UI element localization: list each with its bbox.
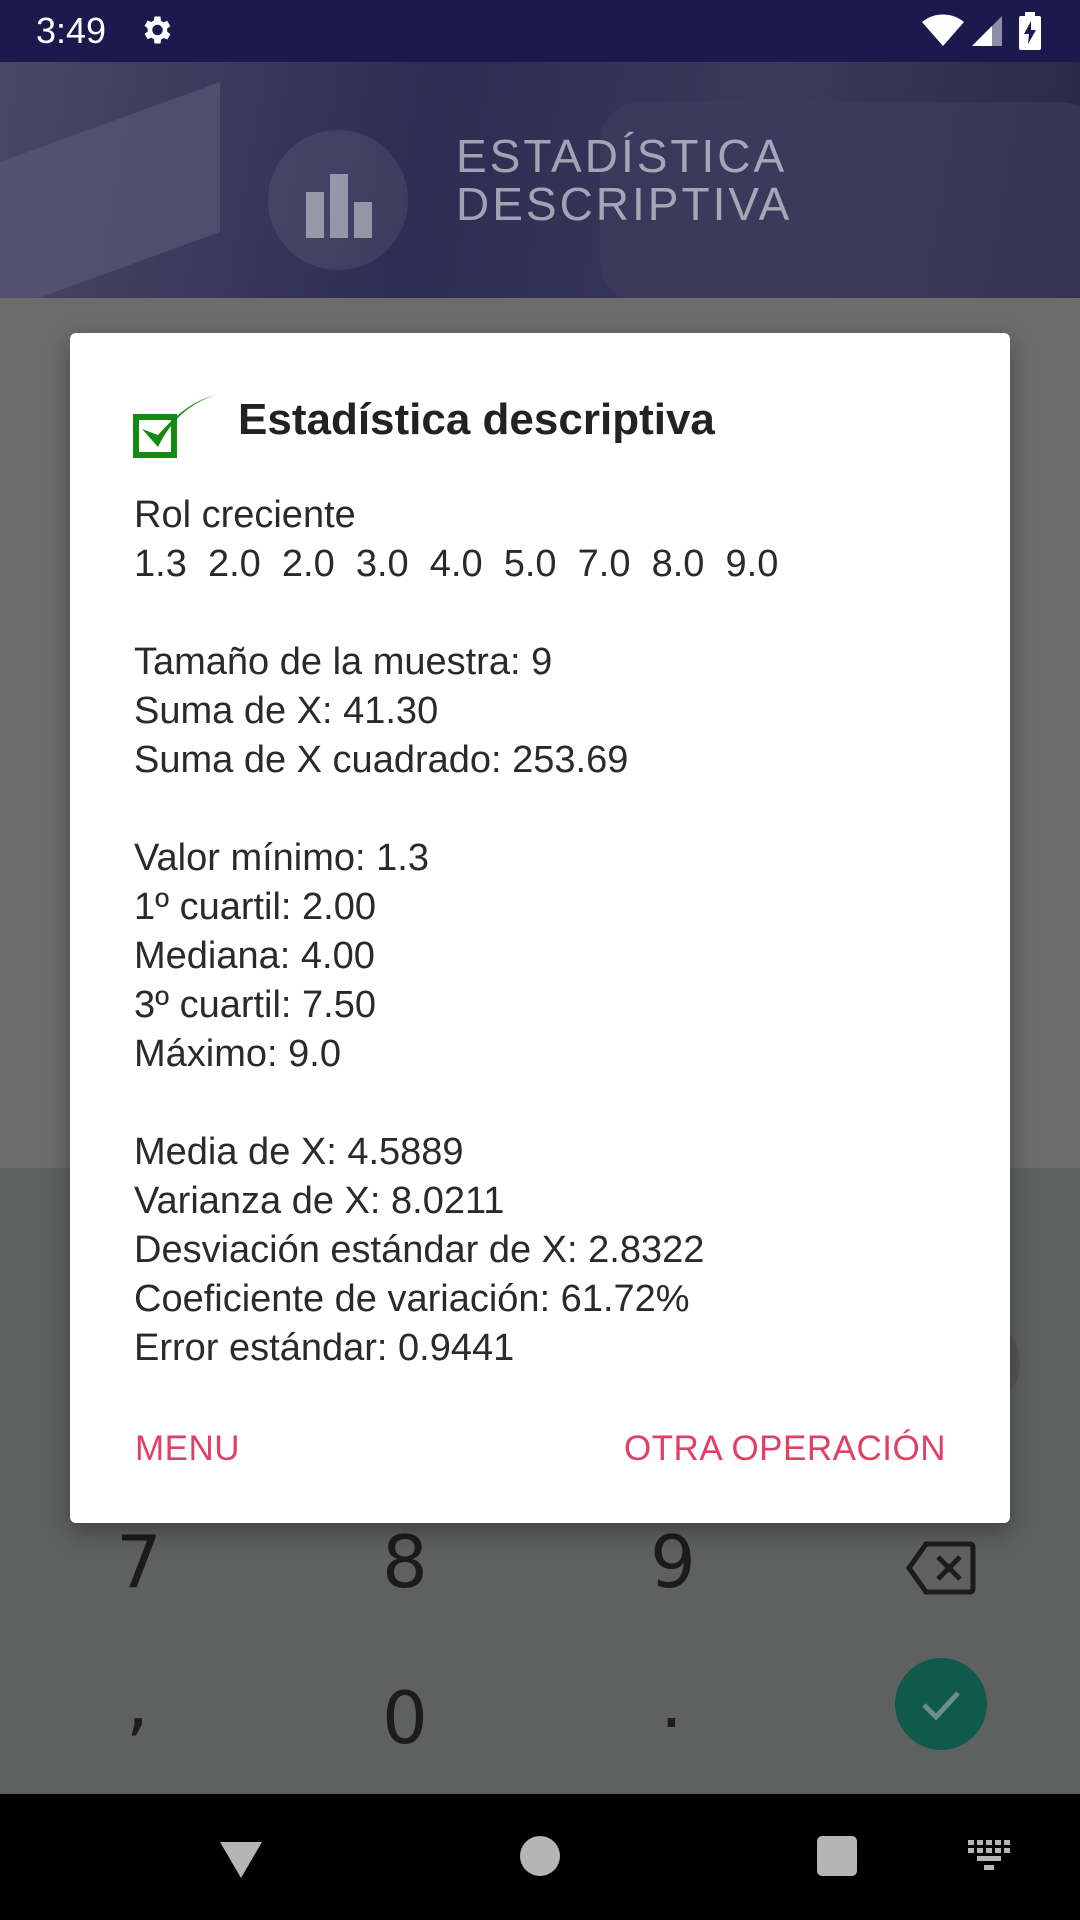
line-median: Mediana: 4.00 [134,935,375,977]
menu-button[interactable]: MENU [135,1429,240,1469]
signal-icon [970,14,1004,53]
line-q1: 1º cuartil: 2.00 [134,886,377,928]
key-8[interactable]: 8 [382,1520,428,1604]
status-bar: 3:49 [0,0,1080,62]
line-blank [134,1079,954,1128]
battery-charging-icon [1018,12,1042,55]
header-banner: ESTADÍSTICA DESCRIPTIVA [0,62,1080,298]
navigation-bar [0,1794,1080,1920]
dialog-title: Estadística descriptiva [238,395,715,444]
nav-recents-icon[interactable] [817,1836,857,1876]
nav-home-icon[interactable] [520,1836,560,1876]
key-decimal[interactable]: . [660,1660,683,1744]
line-max: Máximo: 9.0 [134,1033,341,1075]
line-mean: Media de X: 4.5889 [134,1131,464,1173]
nav-back-icon[interactable] [218,1840,264,1885]
key-9[interactable]: 9 [650,1520,696,1604]
status-time: 3:49 [36,10,107,51]
line-coef-variation: Coeficiente de variación: 61.72% [134,1278,690,1320]
wifi-icon [922,14,964,53]
check-icon [922,1691,960,1721]
line-blank [134,589,954,638]
banner-title: ESTADÍSTICA DESCRIPTIVA [456,132,792,228]
banner-title-line1: ESTADÍSTICA [456,130,788,182]
line-sample-size: Tamaño de la muestra: 9 [134,641,553,683]
green-checkmark-icon [132,389,218,466]
results-dialog: Estadística descriptiva Rol creciente 1.… [70,333,1010,1523]
keyboard-icon[interactable] [968,1840,1010,1875]
line-q3: 3º cuartil: 7.50 [134,984,377,1026]
line-sorted-values: 1.3 2.0 2.0 3.0 4.0 5.0 7.0 8.0 9.0 [134,543,779,585]
line-rol-creciente: Rol creciente [134,494,356,536]
other-operation-button[interactable]: OTRA OPERACIÓN [624,1429,946,1469]
confirm-check-button[interactable] [895,1658,987,1750]
key-7[interactable]: 7 [116,1520,162,1604]
banner-title-line2: DESCRIPTIVA [456,178,793,230]
backspace-icon[interactable] [905,1540,976,1601]
line-variance: Varianza de X: 8.0211 [134,1180,505,1222]
line-std-dev: Desviación estándar de X: 2.8322 [134,1229,705,1271]
key-comma[interactable]: , [126,1660,149,1744]
line-std-error: Error estándar: 0.9441 [134,1327,515,1369]
dialog-body: Rol creciente 1.3 2.0 2.0 3.0 4.0 5.0 7.… [134,491,954,1373]
settings-gear-icon [138,12,174,53]
key-0[interactable]: 0 [382,1676,428,1760]
line-blank [134,785,954,834]
line-sum-x: Suma de X: 41.30 [134,690,439,732]
line-sum-x-squared: Suma de X cuadrado: 253.69 [134,739,629,781]
bar-chart-logo-icon [268,130,408,270]
line-min: Valor mínimo: 1.3 [134,837,429,879]
